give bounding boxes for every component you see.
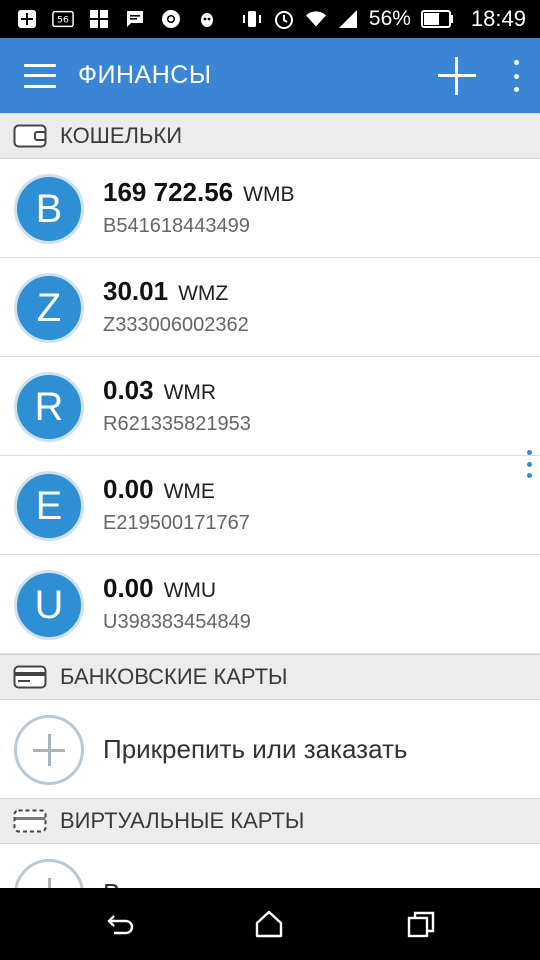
wallet-amount: 0.00 (103, 573, 154, 603)
wallet-row-wmu[interactable]: U 0.00 WMU U398383454849 (0, 555, 540, 654)
home-icon[interactable] (254, 910, 284, 938)
add-circle-icon (14, 715, 84, 785)
wallet-currency: WMU (163, 579, 217, 602)
wallet-row-wmz[interactable]: Z 30.01 WMZ Z333006002362 (0, 258, 540, 357)
wallet-row-wmb[interactable]: B 169 722.56 WMB B541618443499 (0, 159, 540, 258)
svg-text:56: 56 (57, 15, 69, 26)
wallet-row-wme[interactable]: E 0.00 WME E219500171767 (0, 456, 540, 555)
section-header-virtual-cards: ВИРТУАЛЬНЫЕ КАРТЫ (0, 798, 540, 844)
wallet-icon (12, 123, 48, 149)
virtual-card-icon (12, 808, 48, 834)
wallet-currency: WMR (163, 381, 217, 404)
wallet-avatar: R (14, 372, 84, 442)
attach-card-row[interactable]: Прикрепить или заказать (0, 700, 540, 799)
section-header-wallets: КОШЕЛЬКИ (0, 113, 540, 159)
navigation-bar (0, 888, 540, 960)
more-vertical-icon[interactable] (508, 60, 524, 92)
section-header-bank-cards: БАНКОВСКИЕ КАРТЫ (0, 654, 540, 700)
recents-icon[interactable] (406, 910, 436, 938)
attach-card-label: Прикрепить или заказать (103, 734, 408, 764)
hamburger-menu-icon[interactable] (24, 63, 56, 88)
page-title: ФИНАНСЫ (78, 61, 212, 89)
section-label: ВИРТУАЛЬНЫЕ КАРТЫ (60, 808, 305, 833)
wallet-currency: WMZ (178, 282, 229, 305)
grid-icon (88, 9, 110, 29)
wallet-amount: 30.01 (103, 276, 169, 306)
wallet-row-wmr[interactable]: R 0.03 WMR R621335821953 (0, 357, 540, 456)
wallet-id: Z333006002362 (103, 314, 249, 336)
add-box-icon (16, 9, 38, 29)
hd-icon: 56 (52, 9, 74, 29)
app-bar: ФИНАНСЫ (0, 38, 540, 113)
wallet-id: R621335821953 (103, 413, 251, 435)
signal-icon (337, 9, 359, 29)
wifi-icon (305, 9, 327, 29)
wallet-avatar: E (14, 471, 84, 541)
status-bar: 56 56% 18:49 (0, 0, 540, 38)
wallet-id: B541618443499 (103, 215, 250, 237)
bug-icon (196, 9, 218, 29)
alarm-icon (273, 9, 295, 29)
scroll-indicator[interactable] (526, 450, 532, 478)
add-button[interactable] (438, 57, 476, 95)
battery-icon (420, 9, 455, 29)
message-icon (124, 9, 146, 29)
battery-percent: 56% (368, 7, 411, 30)
wallet-id: U398383454849 (103, 611, 251, 633)
clock: 18:49 (470, 6, 526, 31)
chrome-icon (160, 9, 182, 29)
section-label: БАНКОВСКИЕ КАРТЫ (60, 664, 288, 689)
credit-card-icon (12, 664, 48, 690)
wallet-id: E219500171767 (103, 512, 250, 534)
wallet-amount: 169 722.56 (103, 177, 234, 207)
vibrate-icon (241, 9, 263, 29)
wallet-avatar: Z (14, 273, 84, 343)
wallet-currency: WME (163, 480, 215, 503)
section-label: КОШЕЛЬКИ (60, 123, 183, 148)
wallet-avatar: B (14, 174, 84, 244)
back-icon[interactable] (106, 910, 136, 938)
wallet-amount: 0.00 (103, 474, 154, 504)
wallet-currency: WMB (243, 183, 295, 206)
wallet-amount: 0.03 (103, 375, 154, 405)
wallet-avatar: U (14, 570, 84, 640)
